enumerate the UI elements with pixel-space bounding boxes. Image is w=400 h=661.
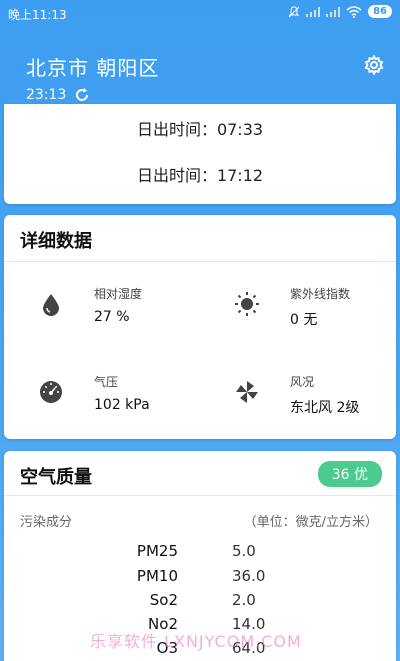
sunset-time: 日出时间：17:12 xyxy=(136,166,264,185)
sun-icon xyxy=(235,292,259,316)
pollutant-name: PM10 xyxy=(136,567,178,585)
pinwheel-icon xyxy=(236,381,258,403)
update-time: 23:13 xyxy=(26,87,67,103)
detail-divider xyxy=(4,261,396,262)
pollutant-name: So2 xyxy=(149,591,178,609)
sunrise-time: 日出时间：07:33 xyxy=(136,120,264,139)
pollutant-value: 5.0 xyxy=(232,542,256,560)
pollutant-name: PM25 xyxy=(136,542,178,560)
update-row: 23:13 xyxy=(26,87,90,103)
status-icons: 86 xyxy=(288,5,392,18)
uv-metric: 紫外线指数 0 无 xyxy=(234,285,400,335)
air-divider xyxy=(4,495,396,496)
uv-label: 紫外线指数 xyxy=(290,287,351,301)
bell-off-icon xyxy=(288,5,300,17)
humidity-label: 相对湿度 xyxy=(94,287,143,301)
wifi-icon xyxy=(346,5,362,18)
signal-icon xyxy=(326,6,341,17)
unit-header: （单位：微克/立方米） xyxy=(243,515,378,530)
status-time: 晚上11:13 xyxy=(8,8,67,22)
pressure-metric: 气压 102 kPa xyxy=(38,373,218,423)
detail-title: 详细数据 xyxy=(20,231,92,252)
gear-icon[interactable] xyxy=(364,55,384,75)
humidity-value: 27 % xyxy=(94,309,130,325)
battery-indicator: 86 xyxy=(368,5,392,18)
location-header: 北京市 朝阳区 23:13 xyxy=(0,40,400,110)
detail-card: 详细数据 相对湿度 27 % 紫外线指数 0 无 气压 102 kPa 风况 东… xyxy=(4,215,396,439)
pollutant-row: PM10 36.0 xyxy=(4,567,396,591)
aqi-badge: 36 优 xyxy=(317,461,382,487)
pressure-label: 气压 xyxy=(94,375,119,389)
gauge-icon xyxy=(40,381,62,403)
wind-value: 东北风 2级 xyxy=(290,400,360,416)
signal-icon xyxy=(306,6,321,17)
status-bar: 晚上11:13 86 xyxy=(0,0,400,28)
city-title: 北京市 朝阳区 xyxy=(26,56,160,80)
drop-icon xyxy=(43,294,59,316)
humidity-metric: 相对湿度 27 % xyxy=(38,285,218,335)
pollutant-value: 36.0 xyxy=(232,567,266,585)
uv-value: 0 无 xyxy=(290,312,318,328)
pollutant-header: 污染成分 xyxy=(20,515,73,530)
pressure-value: 102 kPa xyxy=(94,397,150,413)
air-quality-title: 空气质量 xyxy=(20,467,92,488)
sun-times-card: 日出时间：07:33 日出时间：17:12 xyxy=(4,104,396,204)
pollutant-row: So2 2.0 xyxy=(4,591,396,615)
watermark: 乐享软件 LXNJYCOM.COM xyxy=(90,632,302,651)
pollutant-row: PM25 5.0 xyxy=(4,542,396,566)
wind-metric: 风况 东北风 2级 xyxy=(234,373,400,423)
wind-label: 风况 xyxy=(290,375,315,389)
pollutant-value: 2.0 xyxy=(232,591,256,609)
refresh-icon[interactable] xyxy=(74,87,90,103)
